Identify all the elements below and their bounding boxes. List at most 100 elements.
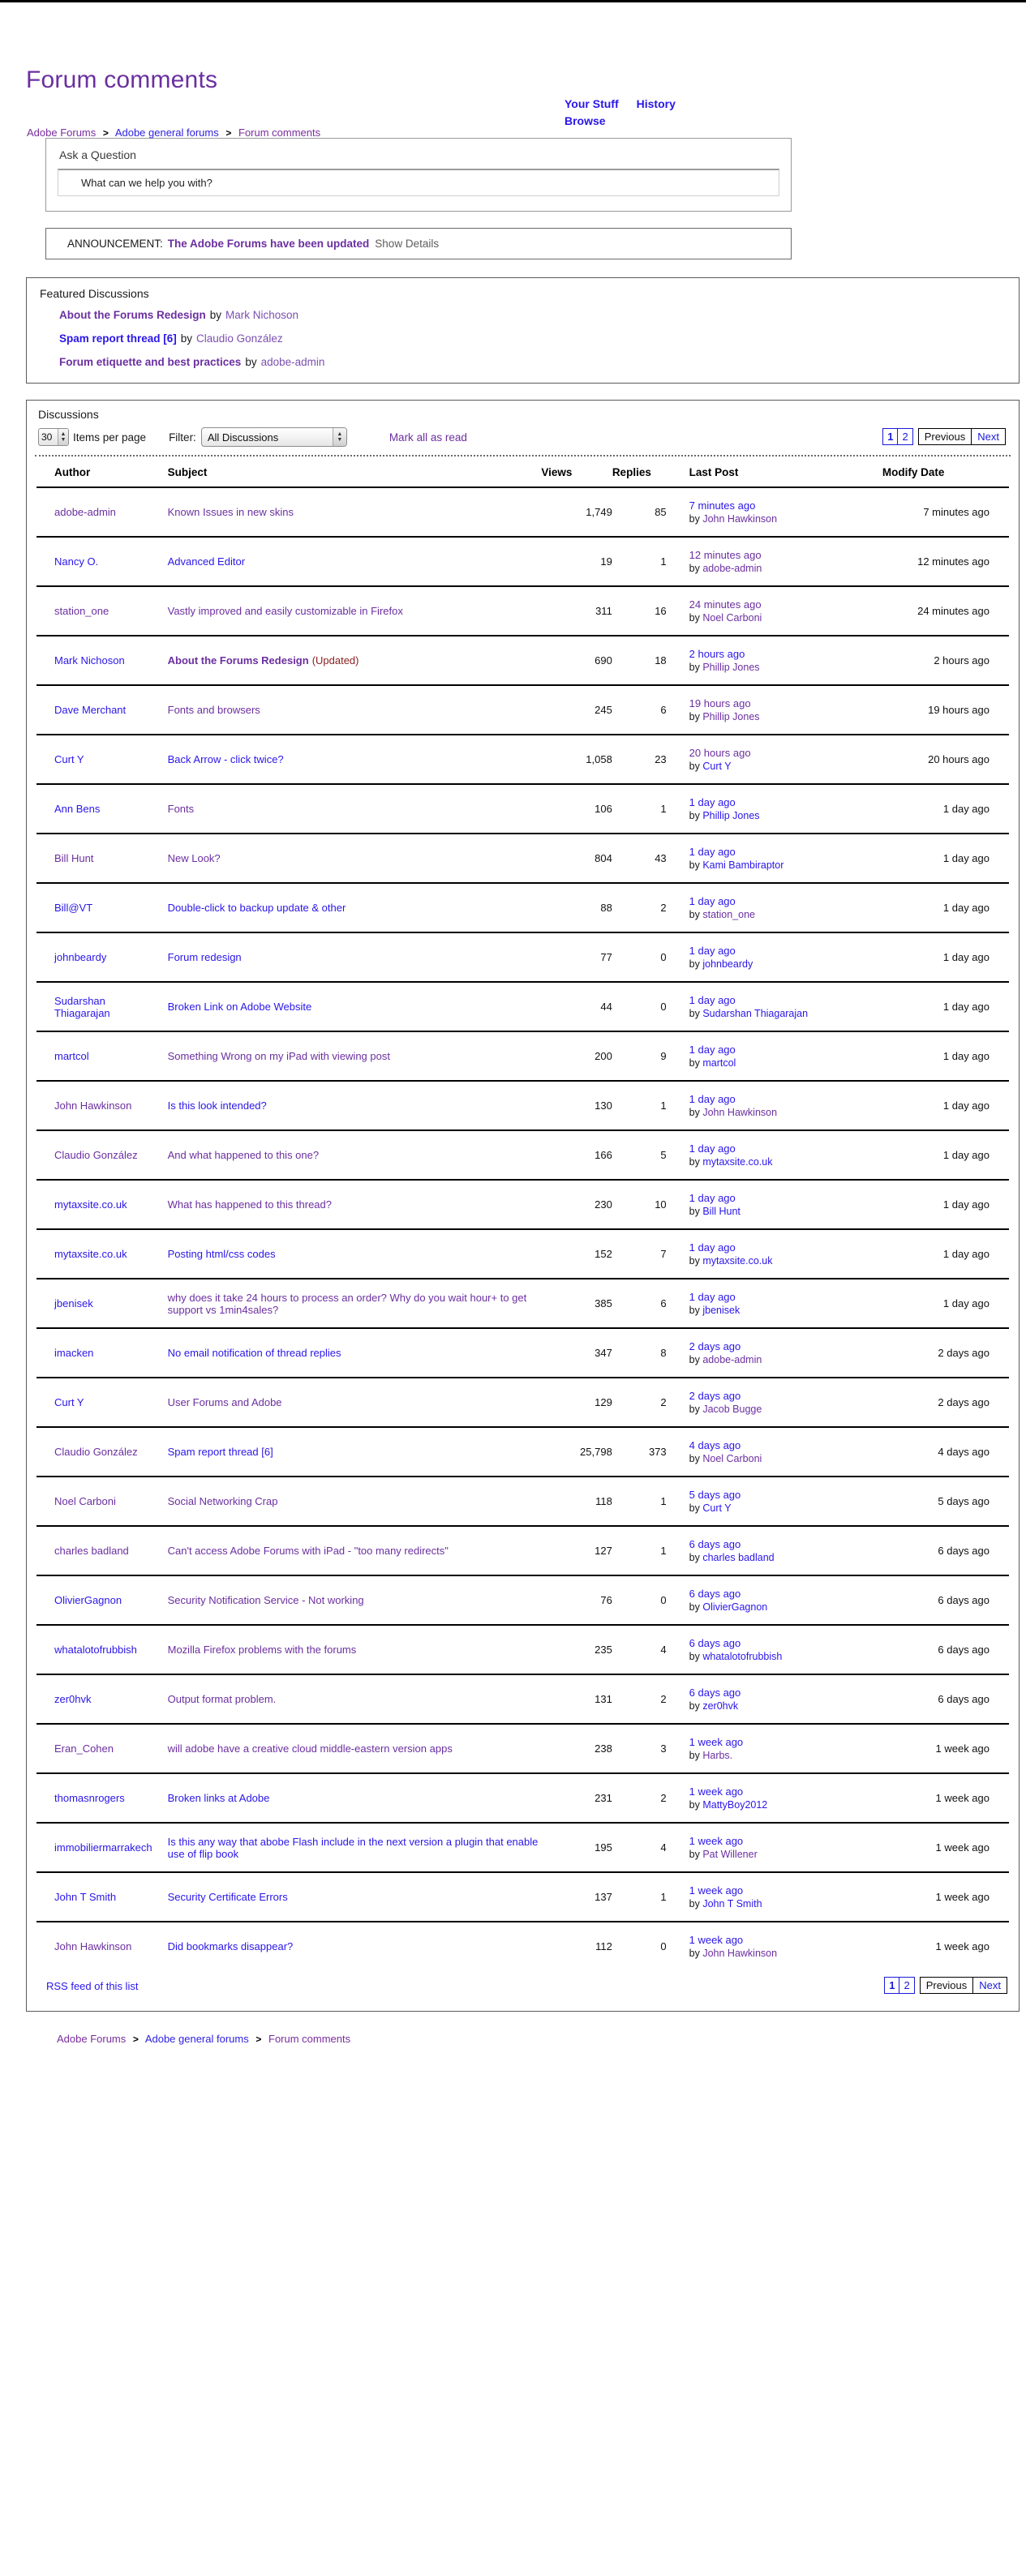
page-number-1[interactable]: 1 — [885, 1978, 900, 1993]
author-link[interactable]: John Hawkinson — [54, 1099, 131, 1112]
last-post-time-link[interactable]: 12 minutes ago — [689, 549, 882, 561]
subject-link[interactable]: Mozilla Firefox problems with the forums — [168, 1644, 357, 1656]
author-link[interactable]: Dave Merchant — [54, 704, 126, 716]
author-link[interactable]: Nancy O. — [54, 555, 98, 568]
last-post-author-link[interactable]: Phillip Jones — [702, 711, 759, 722]
last-post-time-link[interactable]: 1 day ago — [689, 1044, 882, 1056]
last-post-time-link[interactable]: 1 day ago — [689, 1291, 882, 1303]
last-post-time-link[interactable]: 1 day ago — [689, 1093, 882, 1105]
subject-link[interactable]: Did bookmarks disappear? — [168, 1940, 294, 1952]
rss-feed-link[interactable]: RSS feed of this list — [46, 1980, 138, 1992]
last-post-time-link[interactable]: 1 day ago — [689, 1241, 882, 1254]
last-post-time-link[interactable]: 2 days ago — [689, 1390, 882, 1402]
author-link[interactable]: jbenisek — [54, 1297, 93, 1309]
subject-link[interactable]: Is this look intended? — [168, 1099, 267, 1112]
last-post-time-link[interactable]: 1 week ago — [689, 1835, 882, 1847]
author-link[interactable]: OlivierGagnon — [54, 1594, 122, 1606]
last-post-time-link[interactable]: 1 day ago — [689, 796, 882, 808]
breadcrumb-item-forum-comments[interactable]: Forum comments — [238, 126, 320, 139]
author-link[interactable]: Mark Nichoson — [54, 654, 125, 667]
footer-breadcrumb-item-adobe-general-forums[interactable]: Adobe general forums — [145, 2033, 249, 2045]
last-post-time-link[interactable]: 6 days ago — [689, 1687, 882, 1699]
last-post-time-link[interactable]: 1 day ago — [689, 846, 882, 858]
author-link[interactable]: John T Smith — [54, 1891, 116, 1903]
author-link[interactable]: Curt Y — [54, 1396, 84, 1408]
subject-link[interactable]: And what happened to this one? — [168, 1149, 319, 1161]
subject-link[interactable]: Output format problem. — [168, 1693, 277, 1705]
last-post-time-link[interactable]: 1 day ago — [689, 895, 882, 907]
author-link[interactable]: John Hawkinson — [54, 1940, 131, 1952]
last-post-author-link[interactable]: whatalotofrubbish — [702, 1651, 782, 1662]
author-link[interactable]: Ann Bens — [54, 803, 100, 815]
breadcrumb-item-adobe-forums[interactable]: Adobe Forums — [27, 126, 96, 139]
footer-breadcrumb-item-adobe-forums[interactable]: Adobe Forums — [57, 2033, 126, 2045]
author-link[interactable]: mytaxsite.co.uk — [54, 1198, 127, 1211]
last-post-author-link[interactable]: Noel Carboni — [702, 1453, 762, 1464]
last-post-author-link[interactable]: adobe-admin — [702, 1354, 762, 1365]
author-link[interactable]: whatalotofrubbish — [54, 1644, 137, 1656]
last-post-author-link[interactable]: Jacob Bugge — [702, 1404, 762, 1415]
last-post-author-link[interactable]: Phillip Jones — [702, 662, 759, 673]
page-number-2[interactable]: 2 — [899, 1978, 914, 1993]
chevron-updown-icon[interactable]: ▲ ▼ — [332, 428, 346, 446]
subject-link[interactable]: Fonts — [168, 803, 195, 815]
author-link[interactable]: mytaxsite.co.uk — [54, 1248, 127, 1260]
next-page-button[interactable]: Next — [973, 1978, 1007, 1993]
last-post-author-link[interactable]: OlivierGagnon — [702, 1601, 767, 1613]
author-link[interactable]: martcol — [54, 1050, 89, 1062]
column-header-subject[interactable]: Subject — [152, 456, 542, 488]
featured-item-title[interactable]: Forum etiquette and best practices — [59, 356, 241, 368]
subject-link[interactable]: Broken Link on Adobe Website — [168, 1001, 312, 1013]
last-post-author-link[interactable]: mytaxsite.co.uk — [702, 1255, 772, 1267]
last-post-time-link[interactable]: 5 days ago — [689, 1489, 882, 1501]
last-post-author-link[interactable]: Kami Bambiraptor — [702, 859, 783, 871]
subject-link[interactable]: Known Issues in new skins — [168, 506, 294, 518]
last-post-time-link[interactable]: 4 days ago — [689, 1439, 882, 1451]
page-number-1[interactable]: 1 — [883, 429, 899, 444]
subject-link[interactable]: Posting html/css codes — [168, 1248, 276, 1260]
subject-link[interactable]: Can't access Adobe Forums with iPad - "t… — [168, 1545, 449, 1557]
last-post-time-link[interactable]: 1 week ago — [689, 1736, 882, 1748]
last-post-time-link[interactable]: 1 week ago — [689, 1884, 882, 1897]
last-post-author-link[interactable]: martcol — [702, 1057, 736, 1069]
author-link[interactable]: charles badland — [54, 1545, 129, 1557]
column-header-author[interactable]: Author — [36, 456, 153, 488]
subject-link[interactable]: Forum redesign — [168, 951, 242, 963]
last-post-author-link[interactable]: John T Smith — [702, 1898, 762, 1909]
last-post-author-link[interactable]: Noel Carboni — [702, 612, 762, 624]
last-post-author-link[interactable]: johnbeardy — [702, 958, 753, 970]
last-post-author-link[interactable]: MattyBoy2012 — [702, 1799, 767, 1811]
last-post-time-link[interactable]: 6 days ago — [689, 1637, 882, 1649]
previous-page-button[interactable]: Previous — [920, 1978, 974, 1993]
column-header-last-post[interactable]: Last Post — [671, 456, 882, 488]
subject-link[interactable]: Fonts and browsers — [168, 704, 260, 716]
last-post-time-link[interactable]: 1 week ago — [689, 1785, 882, 1798]
last-post-author-link[interactable]: adobe-admin — [702, 563, 762, 574]
next-page-button[interactable]: Next — [972, 429, 1005, 444]
last-post-author-link[interactable]: Phillip Jones — [702, 810, 759, 821]
page-number-2[interactable]: 2 — [898, 429, 912, 444]
author-link[interactable]: immobiliermarrakech — [54, 1841, 152, 1854]
author-link[interactable]: imacken — [54, 1347, 93, 1359]
subject-link[interactable]: why does it take 24 hours to process an … — [168, 1292, 527, 1316]
footer-breadcrumb-item-forum-comments[interactable]: Forum comments — [268, 2033, 350, 2045]
featured-item-title[interactable]: Spam report thread [6] — [59, 332, 177, 345]
author-link[interactable]: Eran_Cohen — [54, 1742, 114, 1755]
author-link[interactable]: Curt Y — [54, 753, 84, 765]
subject-link[interactable]: User Forums and Adobe — [168, 1396, 282, 1408]
last-post-author-link[interactable]: zer0hvk — [702, 1700, 738, 1712]
subject-link[interactable]: Security Certificate Errors — [168, 1891, 288, 1903]
column-header-views[interactable]: Views — [541, 456, 612, 488]
subject-link[interactable]: will adobe have a creative cloud middle-… — [168, 1742, 453, 1755]
column-header-modify-date[interactable]: Modify Date — [882, 456, 1009, 488]
last-post-author-link[interactable]: charles badland — [702, 1552, 774, 1563]
last-post-time-link[interactable]: 24 minutes ago — [689, 598, 882, 611]
subject-link[interactable]: Vastly improved and easily customizable … — [168, 605, 403, 617]
nav-history[interactable]: History — [637, 97, 676, 110]
subject-link[interactable]: About the Forums Redesign — [168, 654, 309, 667]
subject-link[interactable]: Is this any way that abobe Flash include… — [168, 1836, 539, 1860]
mark-all-as-read-link[interactable]: Mark all as read — [389, 431, 467, 444]
author-link[interactable]: Claudio González — [54, 1149, 138, 1161]
subject-link[interactable]: Double-click to backup update & other — [168, 902, 346, 914]
subject-link[interactable]: Back Arrow - click twice? — [168, 753, 284, 765]
